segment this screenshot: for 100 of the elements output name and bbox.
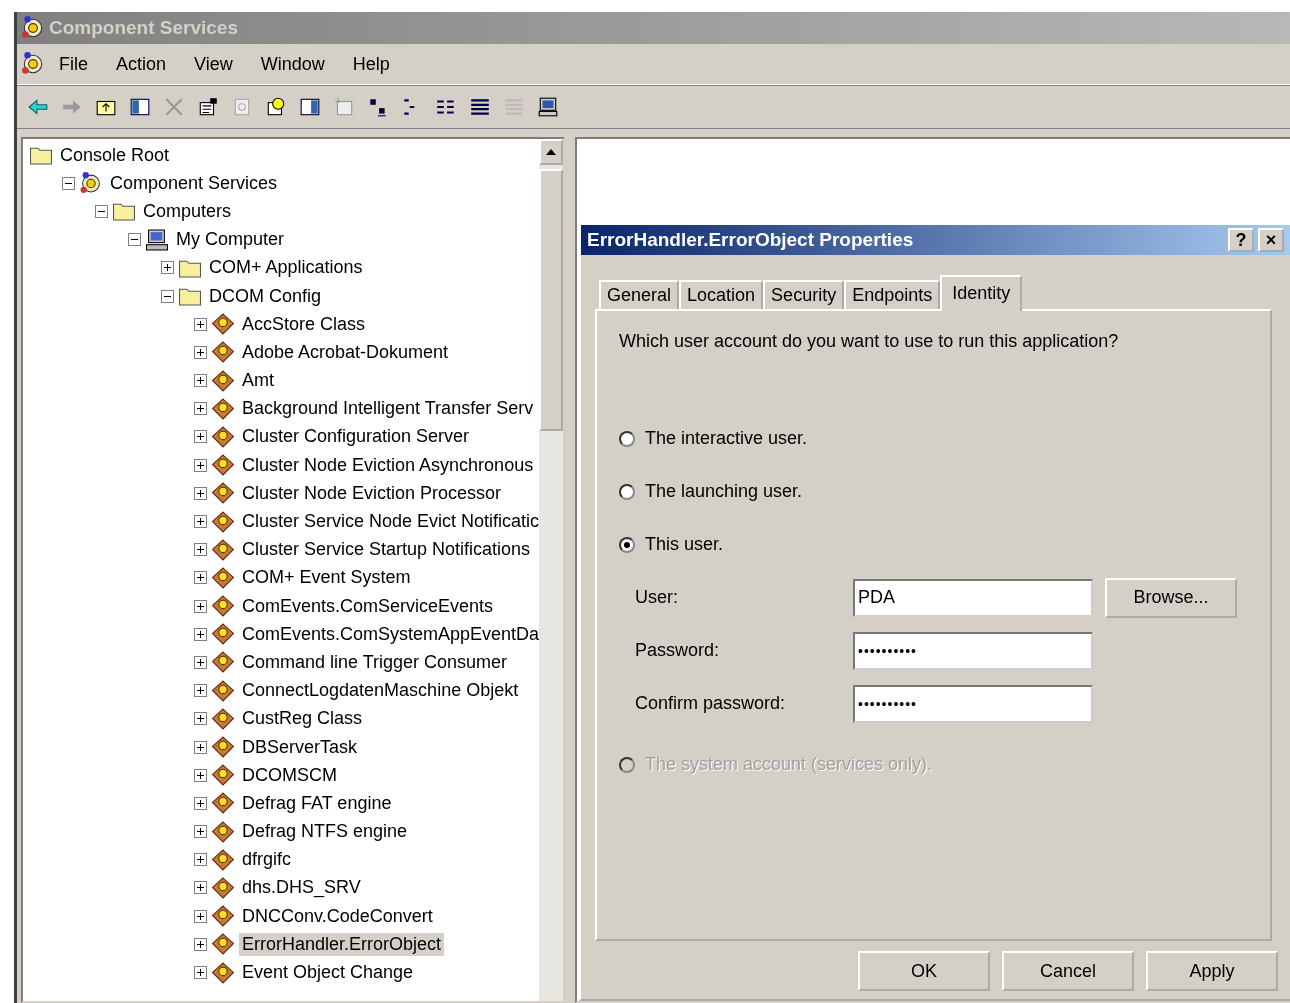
menu-item[interactable]: Action bbox=[102, 49, 181, 79]
component-icon bbox=[211, 792, 235, 815]
expander-icon[interactable] bbox=[194, 599, 207, 613]
radio-button[interactable] bbox=[619, 430, 635, 447]
tree-item[interactable]: COM+ Event System bbox=[239, 566, 414, 590]
tree-item[interactable]: Computers bbox=[140, 199, 235, 223]
radio-button[interactable] bbox=[619, 483, 635, 500]
expander-icon[interactable] bbox=[194, 853, 207, 867]
expander-icon[interactable] bbox=[95, 204, 108, 218]
menu-item[interactable]: Help bbox=[338, 49, 404, 79]
tree-item[interactable]: Adobe Acrobat-Dokument bbox=[239, 340, 452, 364]
component-icon bbox=[211, 482, 235, 505]
tree-item[interactable]: Cluster Configuration Server bbox=[239, 425, 473, 449]
expander-icon[interactable] bbox=[128, 233, 141, 247]
tree-item[interactable]: CustReg Class bbox=[239, 707, 366, 731]
panel-icon[interactable] bbox=[129, 96, 151, 118]
tree-item[interactable]: dfrgifc bbox=[239, 848, 295, 872]
large-icons-icon[interactable] bbox=[367, 96, 389, 118]
expander-icon[interactable] bbox=[194, 515, 207, 529]
menu-item[interactable]: File bbox=[45, 49, 102, 79]
expander-icon[interactable] bbox=[194, 909, 207, 923]
tree-item[interactable]: Cluster Node Eviction Asynchronous bbox=[239, 453, 537, 477]
expander-icon[interactable] bbox=[194, 317, 207, 331]
tab[interactable]: Security bbox=[763, 280, 845, 309]
tree-item[interactable]: My Computer bbox=[173, 228, 288, 252]
expander-icon[interactable] bbox=[194, 543, 207, 557]
tree-item[interactable]: Event Object Change bbox=[239, 961, 417, 985]
tree-item[interactable]: DCOM Config bbox=[206, 284, 325, 308]
expander-icon[interactable] bbox=[194, 374, 207, 388]
tree-item[interactable]: AccStore Class bbox=[239, 312, 369, 336]
dialog-title: ErrorHandler.ErrorObject Properties bbox=[587, 229, 915, 251]
password-field[interactable]: •••••••••• bbox=[853, 684, 1093, 723]
dialog-button[interactable]: Cancel bbox=[1002, 951, 1134, 991]
scroll-thumb[interactable] bbox=[539, 169, 563, 431]
expander-icon[interactable] bbox=[194, 402, 207, 416]
tree-item[interactable]: Component Services bbox=[107, 171, 281, 195]
tree-item[interactable]: Console Root bbox=[57, 143, 173, 167]
tab[interactable]: Endpoints bbox=[844, 280, 941, 309]
expander-icon[interactable] bbox=[194, 655, 207, 669]
expander-icon[interactable] bbox=[194, 486, 207, 500]
expander-icon[interactable] bbox=[194, 740, 207, 754]
menu-item[interactable]: View bbox=[180, 49, 247, 79]
details-icon[interactable] bbox=[469, 96, 491, 118]
expander-icon[interactable] bbox=[62, 176, 75, 190]
dialog-button[interactable]: Apply bbox=[1146, 951, 1278, 991]
tree-item[interactable]: ComEvents.ComServiceEvents bbox=[239, 594, 497, 618]
radio-button[interactable] bbox=[619, 536, 635, 553]
computer-icon[interactable] bbox=[537, 96, 559, 118]
properties-icon[interactable] bbox=[197, 96, 219, 118]
scrollbar[interactable] bbox=[539, 139, 563, 1001]
help-button[interactable]: ? bbox=[1228, 228, 1254, 252]
panel-icon[interactable] bbox=[299, 96, 321, 118]
expander-icon[interactable] bbox=[194, 345, 207, 359]
tree-item[interactable]: ConnectLogdatenMaschine Objekt bbox=[239, 679, 522, 703]
expander-icon[interactable] bbox=[194, 937, 207, 951]
tree-item[interactable]: DBServerTask bbox=[239, 735, 361, 759]
expander-icon[interactable] bbox=[194, 684, 207, 698]
tree-item[interactable]: Defrag NTFS engine bbox=[239, 820, 411, 844]
app-icon[interactable] bbox=[21, 52, 45, 76]
tree-item[interactable]: Defrag FAT engine bbox=[239, 791, 395, 815]
expander-icon[interactable] bbox=[194, 571, 207, 585]
tree-item[interactable]: ComEvents.ComSystemAppEventDa bbox=[239, 622, 539, 646]
tab[interactable]: Identity bbox=[940, 275, 1023, 311]
expander-icon[interactable] bbox=[194, 796, 207, 810]
up-arrow-icon bbox=[546, 149, 556, 155]
tree-item[interactable]: Cluster Node Eviction Processor bbox=[239, 481, 505, 505]
expander-icon[interactable] bbox=[194, 966, 207, 980]
component-icon bbox=[211, 905, 235, 928]
dialog-button[interactable]: OK bbox=[858, 951, 990, 991]
tree-item[interactable]: Background Intelligent Transfer Serv bbox=[239, 397, 537, 421]
expander-icon[interactable] bbox=[194, 712, 207, 726]
component-icon bbox=[211, 736, 235, 759]
expander-icon[interactable] bbox=[161, 289, 174, 303]
tree-item[interactable]: Cluster Service Node Evict Notificatic bbox=[239, 510, 539, 534]
tree-item[interactable]: Cluster Service Startup Notifications bbox=[239, 538, 534, 562]
tree-item[interactable]: DNCConv.CodeConvert bbox=[239, 904, 436, 928]
tree-item[interactable]: ErrorHandler.ErrorObject bbox=[239, 932, 445, 956]
tree-item[interactable]: Amt bbox=[239, 369, 277, 393]
component-icon bbox=[211, 848, 235, 871]
back-arrow-icon[interactable] bbox=[27, 96, 49, 118]
tree-item[interactable]: Command line Trigger Consumer bbox=[239, 650, 511, 674]
user-field[interactable]: PDA bbox=[853, 578, 1093, 617]
tree-item[interactable]: DCOMSCM bbox=[239, 763, 340, 787]
expander-icon[interactable] bbox=[161, 261, 174, 275]
tree-item[interactable]: COM+ Applications bbox=[206, 256, 366, 280]
tab[interactable]: General bbox=[599, 280, 680, 309]
expander-icon[interactable] bbox=[194, 458, 207, 472]
tree-item[interactable]: dhs.DHS_SRV bbox=[239, 876, 364, 900]
password-field[interactable]: •••••••••• bbox=[853, 631, 1093, 670]
menu-item[interactable]: Window bbox=[246, 49, 339, 79]
tab[interactable]: Location bbox=[679, 280, 764, 309]
expander-icon[interactable] bbox=[194, 768, 207, 782]
expander-icon[interactable] bbox=[194, 627, 207, 641]
component-icon bbox=[211, 876, 235, 899]
browse-button[interactable]: Browse... bbox=[1105, 577, 1237, 618]
expander-icon[interactable] bbox=[194, 881, 207, 895]
expander-icon[interactable] bbox=[194, 825, 207, 839]
expander-icon[interactable] bbox=[194, 430, 207, 444]
scroll-up-button[interactable] bbox=[539, 139, 563, 165]
close-button[interactable]: × bbox=[1258, 228, 1284, 252]
